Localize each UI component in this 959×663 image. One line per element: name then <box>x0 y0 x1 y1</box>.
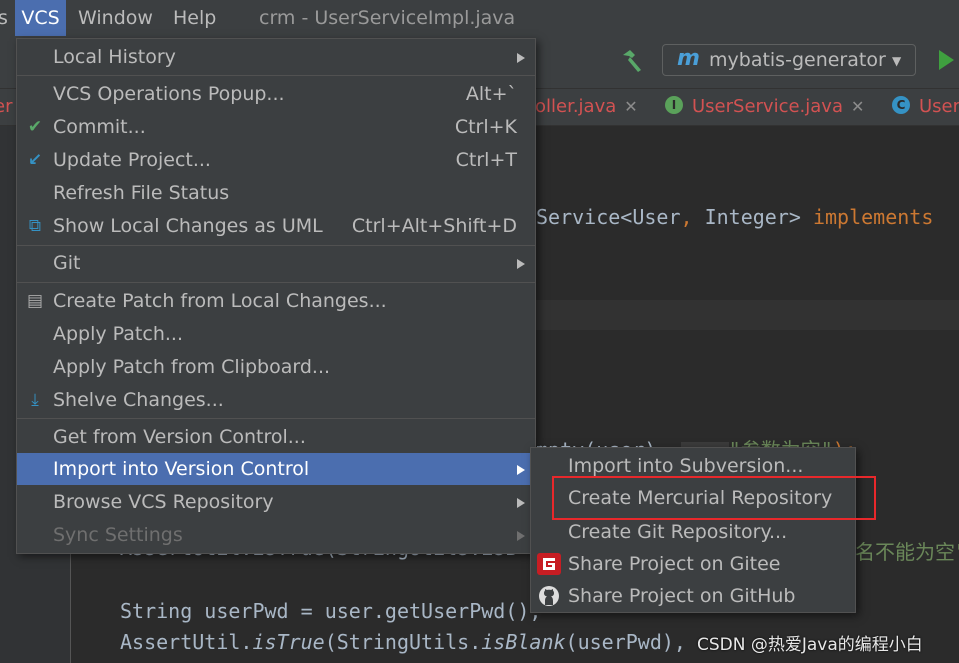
interface-icon: I <box>665 96 683 114</box>
menu-item-commit[interactable]: ✔ Commit... Ctrl+K <box>17 111 535 143</box>
uml-icon: ⧉ <box>28 216 42 236</box>
class-icon: C <box>892 96 910 114</box>
gitee-icon <box>537 553 561 575</box>
chevron-down-icon: ▼ <box>892 54 902 68</box>
vcs-menu: Local History VCS Operations Popup... Alt… <box>16 38 536 554</box>
tab-label: User <box>919 96 959 117</box>
tab-label: oller.java <box>535 96 617 117</box>
hammer-icon[interactable] <box>619 48 645 74</box>
shortcut: Ctrl+K <box>454 116 517 138</box>
menu-item-get-from-vcs[interactable]: Get from Version Control... <box>17 421 535 453</box>
menu-vcs[interactable]: VCS <box>15 0 66 36</box>
shelve-icon: ⤓ <box>31 390 39 410</box>
menu-item-git[interactable]: Git <box>17 247 535 279</box>
menu-separator <box>17 245 535 246</box>
close-icon[interactable]: ✕ <box>624 97 637 116</box>
submenu-arrow-icon <box>517 465 525 475</box>
checkmark-icon: ✔ <box>27 117 43 137</box>
tab-label: UserService.java <box>692 96 843 117</box>
submenu-arrow-icon <box>517 259 525 269</box>
menu-item-refresh-file-status[interactable]: Refresh File Status <box>17 177 535 209</box>
menu-separator <box>17 418 535 419</box>
menu-item-browse-vcs-repository[interactable]: Browse VCS Repository <box>17 486 535 518</box>
code-line: String userPwd = user.getUserPwd(); <box>120 599 542 623</box>
menu-item-show-local-changes-uml[interactable]: ⧉ Show Local Changes as UML Ctrl+Alt+Shif… <box>17 210 535 242</box>
watermark: CSDN @热爱Java的编程小白 <box>697 635 923 655</box>
close-icon[interactable]: ✕ <box>851 97 864 116</box>
menu-item-create-patch[interactable]: ▤ Create Patch from Local Changes... <box>17 285 535 317</box>
tab-user[interactable]: C User <box>892 89 959 125</box>
menu-item-update-project[interactable]: ↙ Update Project... Ctrl+T <box>17 144 535 176</box>
window-title: crm - UserServiceImpl.java <box>259 7 516 29</box>
github-icon <box>539 586 559 606</box>
menu-window[interactable]: Window <box>78 0 153 36</box>
menu-item-sync-settings: Sync Settings <box>17 519 535 551</box>
update-arrow-icon: ↙ <box>27 150 43 170</box>
menu-item-import-into-vcs[interactable]: Import into Version Control <box>17 453 535 485</box>
submenu-arrow-icon <box>517 498 525 508</box>
import-submenu: Import into Subversion... Create Mercuri… <box>530 447 856 613</box>
menu-item-shelve-changes[interactable]: ⤓ Shelve Changes... <box>17 384 535 416</box>
menu-separator <box>17 75 535 76</box>
shortcut: Alt+` <box>465 83 517 105</box>
submenu-arrow-icon <box>517 531 525 541</box>
tab-controller[interactable]: oller.java ✕ <box>535 89 638 125</box>
submenu-item-share-gitee[interactable]: Share Project on Gitee <box>531 548 855 580</box>
menu-item-apply-patch[interactable]: Apply Patch... <box>17 318 535 350</box>
maven-icon: m <box>677 46 700 71</box>
shortcut: Ctrl+T <box>455 149 517 171</box>
submenu-item-share-github[interactable]: Share Project on GitHub <box>531 580 855 612</box>
menu-separator <box>17 282 535 283</box>
tab-partial-left[interactable]: er <box>0 89 12 125</box>
highlight-annotation-box <box>552 476 876 520</box>
submenu-arrow-icon <box>517 53 525 63</box>
menu-item-local-history[interactable]: Local History <box>17 41 535 73</box>
code-line: AssertUtil.isTrue(StringUtils.isBlank(us… <box>120 630 698 654</box>
run-config-dropdown[interactable]: m mybatis-generator ▼ <box>662 44 916 76</box>
menu-item-vcs-operations-popup[interactable]: VCS Operations Popup... Alt+` <box>17 78 535 110</box>
tab-label: er <box>0 96 13 117</box>
tab-userservice[interactable]: I UserService.java ✕ <box>665 89 864 125</box>
code-line: Service<User, Integer> implements <box>536 205 934 229</box>
patch-icon: ▤ <box>26 291 44 311</box>
menu-partial-item[interactable]: s <box>0 0 8 36</box>
menu-item-apply-patch-clipboard[interactable]: Apply Patch from Clipboard... <box>17 351 535 383</box>
menu-bar: s VCS Window Help crm - UserServiceImpl.… <box>0 0 959 36</box>
shortcut: Ctrl+Alt+Shift+D <box>351 215 517 237</box>
run-icon[interactable] <box>939 50 954 70</box>
code-line-tail: 名不能为空" <box>855 540 959 564</box>
submenu-item-create-git[interactable]: Create Git Repository... <box>531 516 855 548</box>
run-config-label: mybatis-generator <box>709 49 886 71</box>
menu-help[interactable]: Help <box>173 0 216 36</box>
